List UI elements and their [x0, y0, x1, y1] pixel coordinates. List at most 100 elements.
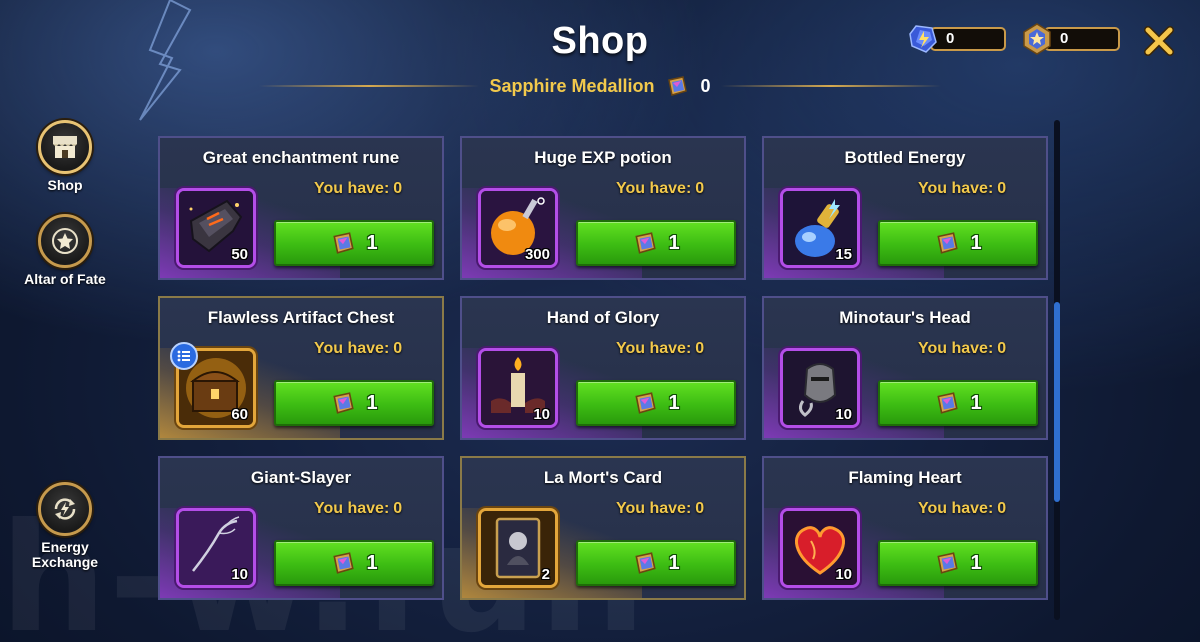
have-count: You have: 0	[918, 500, 1006, 518]
item-slot[interactable]: 10	[780, 508, 860, 588]
sapphire-medallion-icon	[333, 232, 355, 254]
item-quantity: 60	[231, 406, 248, 423]
have-value: 0	[393, 340, 403, 357]
item-slot[interactable]: 300	[478, 188, 558, 268]
item-name: Bottled Energy	[844, 148, 966, 167]
have-label: You have:	[314, 180, 390, 197]
divider-right	[720, 85, 941, 87]
buy-button[interactable]: 1	[576, 220, 736, 266]
medallion-value: 0	[1044, 27, 1120, 51]
shop-grid: Great enchantment rune You have: 0 50 1 H…	[158, 136, 1048, 600]
medallion-counter: 0	[1020, 23, 1120, 55]
item-slot[interactable]: 2	[478, 508, 558, 588]
price: 1	[366, 231, 378, 254]
shop-card: Hand of Glory You have: 0 10 1	[460, 296, 746, 440]
item-name: Giant-Slayer	[250, 468, 352, 487]
shop-icon	[53, 136, 77, 158]
price: 1	[668, 551, 680, 574]
sapphire-medallion-icon	[635, 552, 657, 574]
have-count: You have: 0	[314, 500, 402, 518]
item-slot[interactable]: 10	[478, 348, 558, 428]
have-value: 0	[393, 500, 403, 517]
price: 1	[366, 551, 378, 574]
item-quantity: 10	[835, 406, 852, 423]
sapphire-medallion-icon	[937, 232, 959, 254]
have-count: You have: 0	[616, 180, 704, 198]
shop-card: La Mort's Card You have: 0 2 1	[460, 456, 746, 600]
list-icon	[177, 350, 190, 362]
item-quantity: 10	[835, 566, 852, 583]
sapphire-medallion-icon	[333, 392, 355, 414]
item-quantity: 50	[231, 246, 248, 263]
scrollbar-thumb[interactable]	[1054, 302, 1060, 502]
price: 1	[668, 391, 680, 414]
buy-button[interactable]: 1	[274, 220, 434, 266]
have-count: You have: 0	[616, 500, 704, 518]
have-label: You have:	[918, 340, 994, 357]
sapphire-medallion-icon	[937, 392, 959, 414]
item-name: Flaming Heart	[848, 468, 962, 487]
have-value: 0	[997, 500, 1007, 517]
item-name: Huge EXP potion	[534, 148, 672, 167]
shop-card: Giant-Slayer You have: 0 10 1	[158, 456, 444, 600]
item-name: Minotaur's Head	[839, 308, 971, 327]
energy-exchange-icon	[54, 498, 76, 520]
price: 1	[366, 391, 378, 414]
nav-energy-exchange[interactable]: Energy Exchange	[20, 482, 110, 570]
currency-subtitle: Sapphire Medallion 0	[0, 74, 1200, 98]
info-badge[interactable]	[170, 342, 198, 370]
buy-button[interactable]: 1	[576, 380, 736, 426]
have-value: 0	[997, 340, 1007, 357]
have-label: You have:	[918, 500, 994, 517]
have-value: 0	[695, 180, 705, 197]
shop-card: Minotaur's Head You have: 0 10 1	[762, 296, 1048, 440]
sapphire-medallion-icon	[937, 552, 959, 574]
have-value: 0	[695, 340, 705, 357]
item-name: Flawless Artifact Chest	[207, 308, 395, 327]
item-quantity: 15	[835, 246, 852, 263]
have-value: 0	[695, 500, 705, 517]
have-value: 0	[393, 180, 403, 197]
have-count: You have: 0	[314, 340, 402, 358]
buy-button[interactable]: 1	[878, 380, 1038, 426]
nav-shop-circle	[38, 120, 92, 174]
buy-button[interactable]: 1	[274, 540, 434, 586]
have-label: You have:	[616, 500, 692, 517]
subtitle-count: 0	[700, 75, 711, 96]
price: 1	[970, 231, 982, 254]
close-icon[interactable]	[1142, 24, 1176, 58]
item-name: La Mort's Card	[543, 468, 663, 487]
have-count: You have: 0	[314, 180, 402, 198]
nav-altar-label: Altar of Fate	[24, 271, 106, 287]
nav-shop[interactable]: Shop	[20, 120, 110, 193]
shop-card: Flaming Heart You have: 0 10 1	[762, 456, 1048, 600]
buy-button[interactable]: 1	[576, 540, 736, 586]
nav-altar-of-fate[interactable]: Altar of Fate	[20, 214, 110, 287]
scrollbar[interactable]	[1054, 120, 1060, 620]
energy-crystal-icon	[909, 25, 937, 53]
have-count: You have: 0	[918, 340, 1006, 358]
item-slot[interactable]: 10	[780, 348, 860, 428]
price: 1	[970, 391, 982, 414]
item-quantity: 10	[231, 566, 248, 583]
have-value: 0	[997, 180, 1007, 197]
buy-button[interactable]: 1	[878, 220, 1038, 266]
buy-button[interactable]: 1	[274, 380, 434, 426]
have-count: You have: 0	[616, 340, 704, 358]
have-label: You have:	[314, 500, 390, 517]
have-label: You have:	[314, 340, 390, 357]
sapphire-medallion-icon	[333, 552, 355, 574]
shop-card: Bottled Energy You have: 0 15 1	[762, 136, 1048, 280]
item-slot[interactable]: 50	[176, 188, 256, 268]
price: 1	[970, 551, 982, 574]
buy-button[interactable]: 1	[878, 540, 1038, 586]
energy-value: 0	[930, 27, 1006, 51]
have-label: You have:	[616, 340, 692, 357]
item-quantity: 300	[524, 246, 550, 263]
item-slot[interactable]: 15	[780, 188, 860, 268]
item-quantity: 2	[541, 566, 550, 583]
shop-card: Great enchantment rune You have: 0 50 1	[158, 136, 444, 280]
shop-card: Huge EXP potion You have: 0 300 1	[460, 136, 746, 280]
item-slot[interactable]: 10	[176, 508, 256, 588]
item-quantity: 10	[533, 406, 550, 423]
